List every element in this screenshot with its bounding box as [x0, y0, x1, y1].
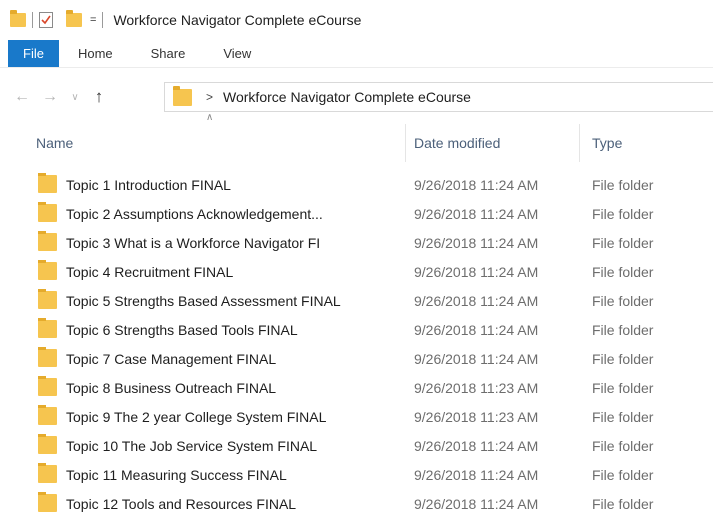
file-date: 9/26/2018 11:23 AM [414, 379, 539, 396]
file-row[interactable]: Topic 11 Measuring Success FINAL 9/26/20… [0, 460, 713, 489]
new-folder-icon[interactable] [66, 10, 82, 27]
file-row[interactable]: Topic 9 The 2 year College System FINAL … [0, 402, 713, 431]
breadcrumb-chevron-icon[interactable]: > [206, 90, 213, 104]
folder-icon [38, 260, 57, 280]
file-row[interactable]: Topic 4 Recruitment FINAL 9/26/2018 11:2… [0, 257, 713, 286]
file-type: File folder [592, 292, 654, 309]
folder-icon [38, 173, 57, 193]
folder-icon [38, 289, 57, 309]
file-date: 9/26/2018 11:24 AM [414, 292, 539, 309]
title-bar: = Workforce Navigator Complete eCourse [0, 0, 713, 40]
file-row[interactable]: Topic 6 Strengths Based Tools FINAL 9/26… [0, 315, 713, 344]
column-divider[interactable] [405, 124, 406, 162]
file-name: Topic 8 Business Outreach FINAL [66, 379, 277, 396]
column-header-type[interactable]: Type [592, 124, 622, 162]
file-type: File folder [592, 321, 654, 338]
file-row[interactable]: Topic 12 Tools and Resources FINAL 9/26/… [0, 489, 713, 518]
folder-icon [38, 347, 57, 367]
folder-icon [38, 202, 57, 222]
file-date: 9/26/2018 11:24 AM [414, 466, 539, 483]
properties-icon[interactable] [39, 12, 53, 28]
folder-icon [38, 231, 57, 251]
file-type: File folder [592, 466, 654, 483]
folder-icon [38, 376, 57, 396]
breadcrumb-current[interactable]: Workforce Navigator Complete eCourse [223, 89, 471, 105]
file-name: Topic 5 Strengths Based Assessment FINAL [66, 292, 341, 309]
column-header-name[interactable]: Name [36, 124, 73, 162]
file-date: 9/26/2018 11:24 AM [414, 321, 539, 338]
file-date: 9/26/2018 11:23 AM [414, 408, 539, 425]
tab-file[interactable]: File [8, 40, 59, 67]
file-row[interactable]: Topic 3 What is a Workforce Navigator FI… [0, 228, 713, 257]
file-type: File folder [592, 263, 654, 280]
folder-icon [38, 405, 57, 425]
file-type: File folder [592, 205, 654, 222]
file-row[interactable]: Topic 5 Strengths Based Assessment FINAL… [0, 286, 713, 315]
tab-home[interactable]: Home [59, 40, 132, 67]
file-row[interactable]: Topic 10 The Job Service System FINAL 9/… [0, 431, 713, 460]
up-arrow-icon[interactable]: ↑ [92, 87, 106, 107]
column-headers: ∧ Name Date modified Type [0, 112, 713, 162]
address-bar[interactable]: > Workforce Navigator Complete eCourse [164, 82, 713, 112]
column-header-date-modified[interactable]: Date modified [414, 124, 500, 162]
folder-icon [38, 318, 57, 338]
quick-access-toolbar: = Workforce Navigator Complete eCourse [0, 0, 361, 40]
folder-icon [38, 463, 57, 483]
sort-ascending-icon: ∧ [206, 112, 214, 123]
toolbar-separator [32, 12, 33, 28]
file-type: File folder [592, 234, 654, 251]
title-separator [102, 12, 104, 28]
file-type: File folder [592, 350, 654, 367]
file-name: Topic 1 Introduction FINAL [66, 176, 231, 193]
customize-toolbar-icon[interactable]: = [90, 13, 96, 27]
file-date: 9/26/2018 11:24 AM [414, 176, 539, 193]
file-row[interactable]: Topic 1 Introduction FINAL 9/26/2018 11:… [0, 170, 713, 199]
file-row[interactable]: Topic 2 Assumptions Acknowledgement... 9… [0, 199, 713, 228]
file-date: 9/26/2018 11:24 AM [414, 205, 539, 222]
file-type: File folder [592, 176, 654, 193]
back-arrow-icon[interactable]: ← [14, 88, 30, 106]
file-date: 9/26/2018 11:24 AM [414, 495, 539, 512]
column-divider[interactable] [579, 124, 580, 162]
file-type: File folder [592, 495, 654, 512]
recent-locations-chevron-down-icon[interactable]: ∨ [68, 92, 82, 103]
ribbon-tabs: File Home Share View [0, 40, 713, 68]
tab-view[interactable]: View [204, 40, 270, 67]
file-row[interactable]: Topic 7 Case Management FINAL 9/26/2018 … [0, 344, 713, 373]
file-name: Topic 4 Recruitment FINAL [66, 263, 234, 280]
folder-icon[interactable] [10, 10, 26, 27]
file-row[interactable]: Topic 8 Business Outreach FINAL 9/26/201… [0, 373, 713, 402]
file-name: Topic 12 Tools and Resources FINAL [66, 495, 297, 512]
file-date: 9/26/2018 11:24 AM [414, 350, 539, 367]
file-name: Topic 11 Measuring Success FINAL [66, 466, 287, 483]
file-type: File folder [592, 379, 654, 396]
folder-icon [38, 434, 57, 454]
file-date: 9/26/2018 11:24 AM [414, 234, 539, 251]
window-title: Workforce Navigator Complete eCourse [113, 12, 362, 28]
file-name: Topic 2 Assumptions Acknowledgement... [66, 205, 323, 222]
file-type: File folder [592, 437, 654, 454]
navigation-bar: ← → ∨ ↑ > Workforce Navigator Complete e… [0, 80, 713, 114]
file-name: Topic 6 Strengths Based Tools FINAL [66, 321, 298, 338]
file-name: Topic 7 Case Management FINAL [66, 350, 277, 367]
tab-share[interactable]: Share [132, 40, 205, 67]
file-name: Topic 9 The 2 year College System FINAL [66, 408, 327, 425]
file-date: 9/26/2018 11:24 AM [414, 263, 539, 280]
file-name: Topic 3 What is a Workforce Navigator FI [66, 234, 321, 251]
file-type: File folder [592, 408, 654, 425]
file-date: 9/26/2018 11:24 AM [414, 437, 539, 454]
folder-icon [38, 492, 57, 512]
file-name: Topic 10 The Job Service System FINAL [66, 437, 318, 454]
forward-arrow-icon[interactable]: → [42, 88, 58, 106]
location-folder-icon [173, 85, 192, 106]
